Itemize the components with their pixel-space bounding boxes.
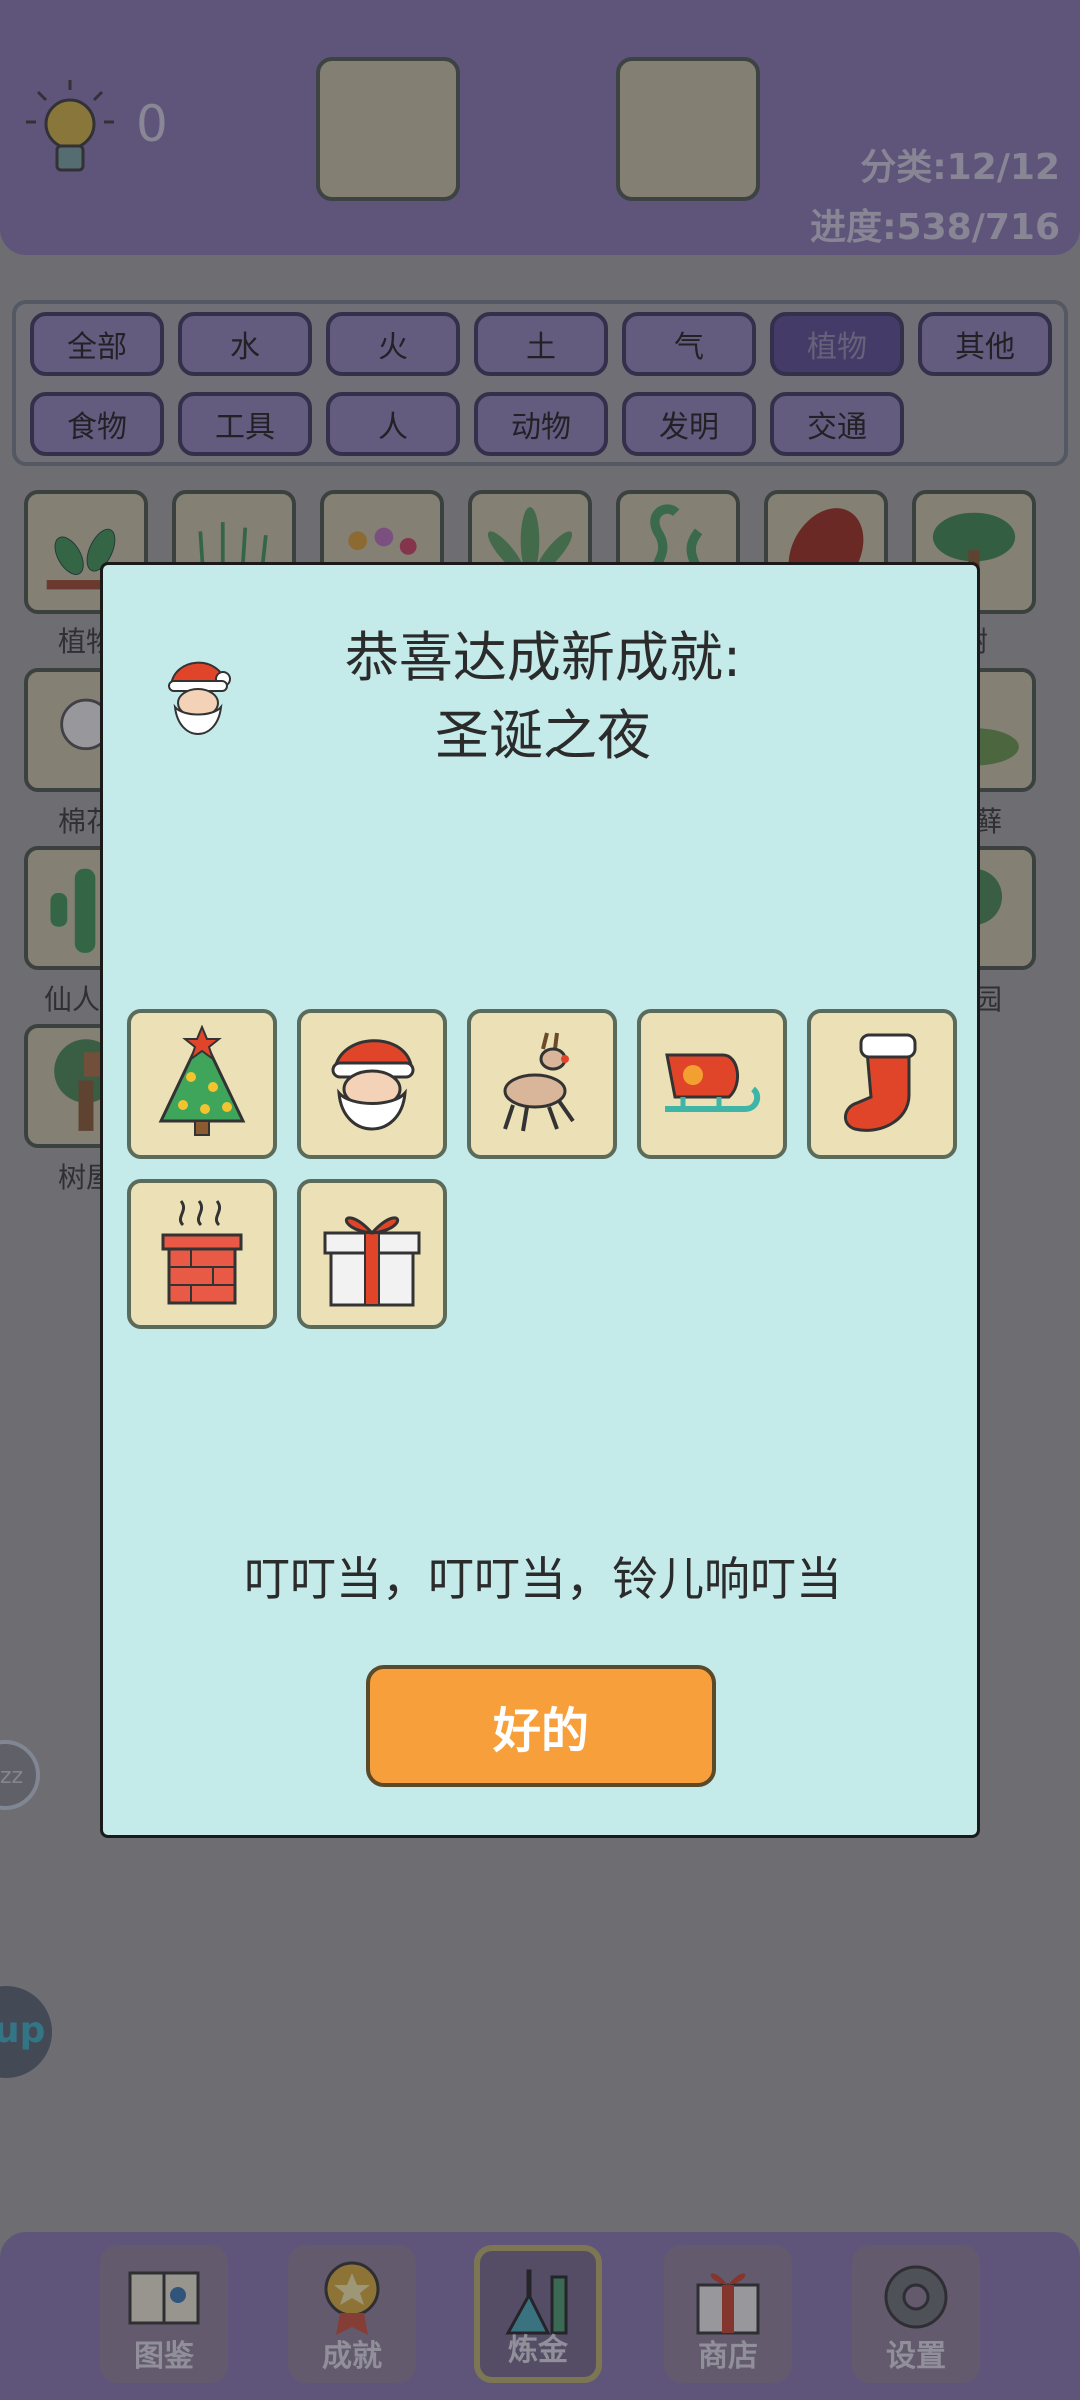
reindeer-item[interactable] (467, 1009, 617, 1159)
stocking-item[interactable] (807, 1009, 957, 1159)
gift-icon (323, 1216, 421, 1307)
chimney-item[interactable] (127, 1179, 277, 1329)
achievement-quote: 叮叮当，叮叮当，铃儿响叮当 (244, 1552, 842, 1606)
achievement-title: 恭喜达成新成就: (344, 626, 742, 689)
ok-button[interactable]: 好的 (366, 1665, 716, 1787)
reindeer-icon (503, 1032, 575, 1132)
achievement-dialog: 恭喜达成新成就: 圣诞之夜 叮叮当，叮叮当，铃儿响叮当 好的 (100, 562, 980, 1838)
achievement-name: 圣诞之夜 (435, 704, 651, 767)
christmas-tree-icon (158, 1025, 246, 1136)
santa-icon (331, 1039, 415, 1131)
sleigh-item[interactable] (637, 1009, 787, 1159)
christmas-tree-item[interactable] (127, 1009, 277, 1159)
gift-item[interactable] (297, 1179, 447, 1329)
stocking-icon (844, 1033, 917, 1132)
sleigh-icon (665, 1053, 761, 1112)
chimney-icon (161, 1200, 243, 1305)
santa-item[interactable] (297, 1009, 447, 1159)
